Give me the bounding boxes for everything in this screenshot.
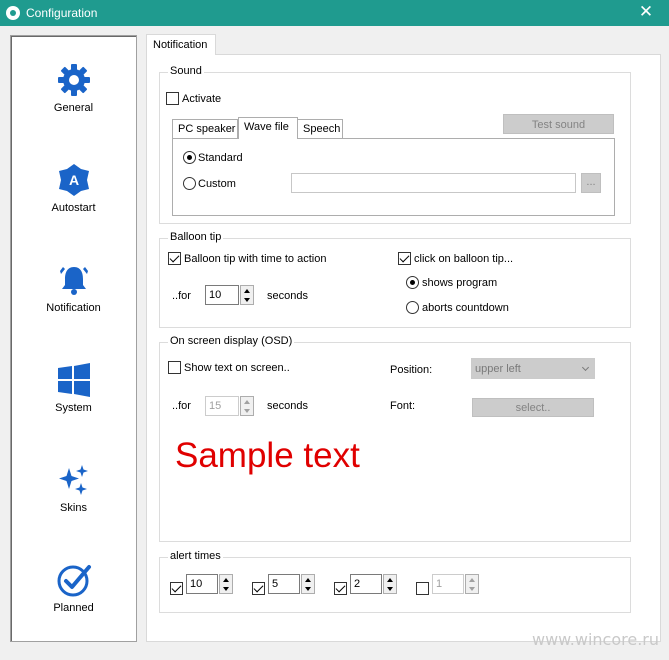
sidebar-item-system[interactable]: System: [11, 362, 136, 442]
stepper-buttons[interactable]: [465, 574, 479, 594]
balloon-time-checkbox[interactable]: [168, 252, 181, 265]
stepper-buttons[interactable]: [219, 574, 233, 594]
osd-for-label: ..for: [172, 400, 191, 412]
windows-icon: [57, 363, 90, 397]
window-title: Configuration: [26, 6, 98, 20]
tab-notification[interactable]: Notification: [146, 34, 216, 55]
click-balloon-label: click on balloon tip...: [414, 253, 514, 265]
balloon-for-label: ..for: [172, 290, 191, 302]
sidebar-item-autostart[interactable]: A Autostart: [11, 162, 136, 242]
shows-program-label: shows program: [422, 277, 498, 289]
font-select-button[interactable]: select..: [472, 398, 594, 417]
tab-pc-speaker[interactable]: PC speaker: [172, 119, 238, 139]
svg-text:A: A: [68, 172, 78, 188]
alert-time-checkbox[interactable]: [170, 582, 183, 595]
group-title: alert times: [168, 550, 223, 562]
sidebar-item-label: System: [55, 402, 92, 414]
balloon-tip-group: Balloon tip: [159, 231, 631, 328]
sidebar: General A Autostart Notification System …: [10, 35, 137, 642]
aborts-countdown-label: aborts countdown: [422, 302, 509, 314]
group-title: Balloon tip: [168, 231, 224, 243]
custom-radio[interactable]: [183, 177, 196, 190]
osd-seconds-label: seconds: [267, 400, 308, 412]
title-bar: Configuration ✕: [0, 0, 669, 26]
stepper-value[interactable]: 10: [186, 574, 218, 594]
stepper-value[interactable]: 10: [205, 285, 239, 305]
app-icon: [6, 6, 20, 20]
show-text-checkbox[interactable]: [168, 361, 181, 374]
close-button[interactable]: ✕: [623, 0, 669, 26]
sidebar-item-label: Notification: [46, 302, 101, 314]
shows-program-radio[interactable]: [406, 276, 419, 289]
balloon-time-label: Balloon tip with time to action: [184, 253, 327, 265]
sidebar-item-planned[interactable]: Planned: [11, 562, 136, 642]
sidebar-item-label: Skins: [60, 502, 87, 514]
aborts-countdown-radio[interactable]: [406, 301, 419, 314]
activate-checkbox[interactable]: [166, 92, 179, 105]
position-dropdown[interactable]: upper left: [471, 358, 595, 379]
alert-time-checkbox[interactable]: [416, 582, 429, 595]
stepper-buttons[interactable]: [383, 574, 397, 594]
alert-time-checkbox[interactable]: [252, 582, 265, 595]
gear-icon: [57, 64, 90, 96]
sparkles-icon: [58, 465, 88, 495]
alert-time-checkbox[interactable]: [334, 582, 347, 595]
activate-label: Activate: [182, 93, 222, 105]
sidebar-item-label: Planned: [53, 602, 94, 614]
stepper-buttons[interactable]: [301, 574, 315, 594]
chevron-down-icon: [581, 363, 590, 372]
test-sound-button[interactable]: Test sound: [503, 114, 614, 134]
bell-icon: [59, 267, 88, 295]
balloon-seconds-label: seconds: [267, 290, 308, 302]
show-text-label: Show text on screen..: [184, 362, 290, 374]
stepper-value[interactable]: 2: [350, 574, 382, 594]
sidebar-item-notification[interactable]: Notification: [11, 262, 136, 342]
browse-button[interactable]: ...: [581, 173, 601, 193]
sidebar-item-general[interactable]: General: [11, 62, 136, 142]
tab-wave-file[interactable]: Wave file: [238, 117, 298, 139]
custom-file-input[interactable]: [291, 173, 576, 193]
sidebar-item-label: General: [53, 102, 94, 114]
sidebar-item-label: Autostart: [51, 202, 96, 214]
sample-text: Sample text: [175, 436, 360, 475]
check-circle-icon: [57, 565, 91, 597]
click-balloon-checkbox[interactable]: [398, 252, 411, 265]
custom-label: Custom: [198, 178, 236, 190]
group-title: Sound: [168, 65, 204, 77]
stepper-buttons[interactable]: [240, 285, 254, 305]
group-title: On screen display (OSD): [168, 335, 295, 347]
stepper-value[interactable]: 5: [268, 574, 300, 594]
autostart-icon: A: [58, 164, 89, 196]
sidebar-item-skins[interactable]: Skins: [11, 462, 136, 542]
stepper-value[interactable]: 1: [432, 574, 464, 594]
position-value: upper left: [475, 363, 521, 375]
font-label: Font:: [390, 400, 416, 412]
watermark: www.wincore.ru: [531, 630, 659, 649]
stepper-value[interactable]: 15: [205, 396, 239, 416]
position-label: Position:: [390, 364, 433, 376]
standard-label: Standard: [198, 152, 243, 164]
standard-radio[interactable]: [183, 151, 196, 164]
tab-speech[interactable]: Speech: [297, 119, 343, 139]
stepper-buttons[interactable]: [240, 396, 254, 416]
